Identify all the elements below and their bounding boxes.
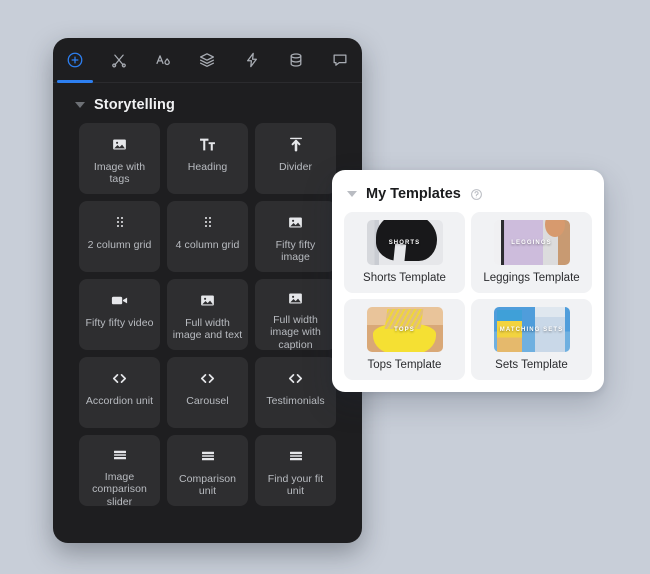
template-thumbnail-caption: MATCHING SETS	[499, 326, 564, 333]
block-card-label: Comparison unit	[178, 473, 237, 498]
template-thumbnail-caption: TOPS	[394, 326, 415, 333]
text-style-icon	[154, 51, 172, 69]
code-brackets-icon	[286, 368, 305, 388]
tab-actions[interactable]	[230, 38, 274, 83]
chevron-down-icon[interactable]	[75, 102, 85, 108]
block-card-label: Carousel	[186, 395, 229, 407]
block-card[interactable]: Find your fit unit	[255, 435, 336, 506]
stacked-bars-icon	[111, 446, 129, 464]
block-card[interactable]: Divider	[255, 123, 336, 194]
tab-add[interactable]	[53, 38, 97, 83]
templates-header[interactable]: My Templates	[332, 170, 604, 212]
templates-grid: SHORTS Shorts Template LEGGINGS Leggings Te…	[332, 212, 604, 380]
stacked-bars-icon	[199, 446, 217, 466]
image-icon	[199, 290, 216, 310]
image-icon	[287, 290, 304, 307]
block-card-label: Image with tags	[93, 161, 146, 186]
block-card[interactable]: 2 column grid	[79, 201, 160, 272]
template-card-label: Tops Template	[367, 359, 442, 371]
block-card[interactable]: Accordion unit	[79, 357, 160, 428]
template-card[interactable]: SHORTS Shorts Template	[344, 212, 465, 293]
grid-dots-icon	[200, 212, 216, 232]
block-card-label: Full width image and text	[172, 317, 243, 342]
block-card-label: Accordion unit	[85, 395, 154, 407]
code-brackets-icon	[110, 368, 129, 388]
comment-icon	[331, 51, 349, 69]
section-header-storytelling[interactable]: Storytelling	[53, 83, 362, 121]
template-card-label: Shorts Template	[363, 272, 446, 284]
editor-tabbar	[53, 38, 362, 83]
image-icon	[287, 212, 304, 232]
template-thumbnail: MATCHING SETS	[493, 307, 570, 352]
tab-typography[interactable]	[141, 38, 185, 83]
block-card[interactable]: Full width image with caption	[255, 279, 336, 351]
divider-icon	[287, 134, 305, 154]
block-card-label: 4 column grid	[175, 239, 240, 251]
block-card[interactable]: Image comparison slider	[79, 435, 160, 508]
block-card[interactable]: Carousel	[167, 357, 248, 428]
lightning-icon	[243, 51, 261, 69]
block-card[interactable]: Image with tags	[79, 123, 160, 194]
block-card[interactable]: 4 column grid	[167, 201, 248, 272]
database-icon	[287, 51, 305, 69]
block-card[interactable]: Full width image and text	[167, 279, 248, 350]
template-card[interactable]: MATCHING SETS Sets Template	[471, 299, 592, 380]
template-thumbnail-caption: LEGGINGS	[511, 239, 552, 246]
template-card[interactable]: TOPS Tops Template	[344, 299, 465, 380]
template-thumbnail: TOPS	[366, 307, 443, 352]
block-card-label: Testimonials	[266, 395, 325, 407]
templates-title: My Templates	[366, 186, 461, 202]
template-card-label: Leggings Template	[483, 272, 580, 284]
stacked-bars-icon	[287, 446, 305, 466]
video-camera-icon	[110, 290, 129, 310]
block-card-label: 2 column grid	[87, 239, 152, 251]
template-card-label: Sets Template	[495, 359, 568, 371]
tab-design[interactable]	[97, 38, 141, 83]
block-card[interactable]: Fifty fifty image	[255, 201, 336, 272]
template-thumbnail: SHORTS	[366, 220, 443, 265]
image-icon	[111, 134, 128, 154]
block-card[interactable]: Comparison unit	[167, 435, 248, 506]
chevron-down-icon[interactable]	[347, 191, 357, 197]
template-thumbnail-caption: SHORTS	[388, 239, 421, 246]
plus-circle-icon	[66, 51, 84, 69]
tab-layers[interactable]	[185, 38, 229, 83]
block-card-label: Image comparison slider	[92, 471, 147, 508]
template-card[interactable]: LEGGINGS Leggings Template	[471, 212, 592, 293]
layers-icon	[198, 51, 216, 69]
editor-panel: Storytelling Image with tags Heading Divid…	[53, 38, 362, 543]
block-card-label: Heading	[187, 161, 228, 173]
scissors-icon	[110, 51, 128, 69]
text-heading-icon	[198, 134, 217, 154]
tab-data[interactable]	[274, 38, 318, 83]
question-circle-icon[interactable]	[470, 188, 483, 201]
tab-comments[interactable]	[318, 38, 362, 83]
app-canvas: Storytelling Image with tags Heading Divid…	[0, 0, 650, 574]
block-card[interactable]: Heading	[167, 123, 248, 194]
my-templates-panel: My Templates SHORTS Shorts Template LEGGIN…	[332, 170, 604, 392]
grid-dots-icon	[112, 212, 128, 232]
block-card-label: Fifty fifty image	[275, 239, 316, 264]
block-card-label: Fifty fifty video	[85, 317, 154, 329]
template-thumbnail: LEGGINGS	[493, 220, 570, 265]
code-brackets-icon	[198, 368, 217, 388]
block-card-label: Full width image with caption	[270, 314, 321, 351]
block-card[interactable]: Testimonials	[255, 357, 336, 428]
section-title: Storytelling	[94, 97, 175, 113]
block-card-label: Find your fit unit	[267, 473, 324, 498]
block-grid: Image with tags Heading Divider 2 column gr…	[53, 121, 362, 508]
block-card-label: Divider	[278, 161, 313, 173]
block-card[interactable]: Fifty fifty video	[79, 279, 160, 350]
